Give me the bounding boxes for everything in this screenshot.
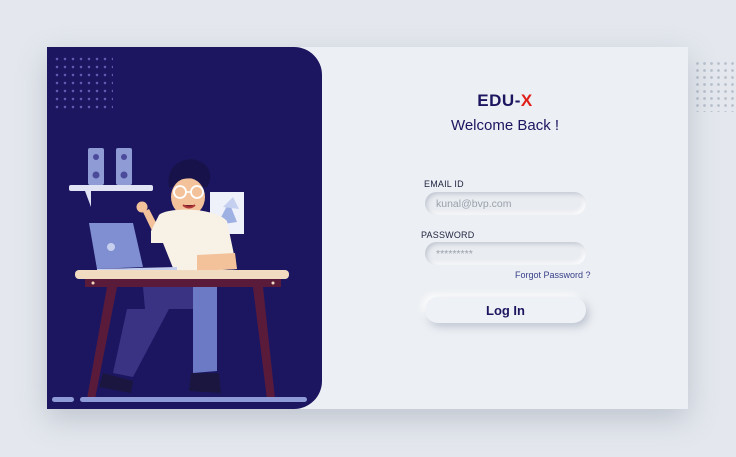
password-label: PASSWORD xyxy=(421,230,475,240)
carousel-indicator xyxy=(52,397,307,403)
brand-accent: X xyxy=(520,91,533,110)
workspace-illustration xyxy=(69,148,289,399)
login-button[interactable]: Log In xyxy=(425,297,586,323)
illustration-panel xyxy=(47,47,322,409)
email-label: EMAIL ID xyxy=(424,179,464,189)
shelf xyxy=(69,185,153,191)
login-card: EDU-X Welcome Back ! EMAIL ID PASSWORD F… xyxy=(47,47,688,409)
carousel-dot[interactable] xyxy=(52,397,74,402)
password-field[interactable] xyxy=(425,242,586,265)
carousel-dot-active[interactable] xyxy=(80,397,307,402)
email-field[interactable] xyxy=(425,192,586,215)
forgot-password-link[interactable]: Forgot Password ? xyxy=(515,270,591,280)
login-form-panel: EDU-X Welcome Back ! EMAIL ID PASSWORD F… xyxy=(322,47,688,409)
welcome-heading: Welcome Back ! xyxy=(450,117,560,134)
brand-name: EDU- xyxy=(477,91,521,110)
desk xyxy=(75,270,289,279)
speaker-icon xyxy=(88,148,104,185)
speaker-icon xyxy=(116,148,132,185)
laptop xyxy=(89,223,143,269)
brand-logo: EDU-X xyxy=(322,91,688,111)
decorative-dot-grid xyxy=(694,60,734,112)
